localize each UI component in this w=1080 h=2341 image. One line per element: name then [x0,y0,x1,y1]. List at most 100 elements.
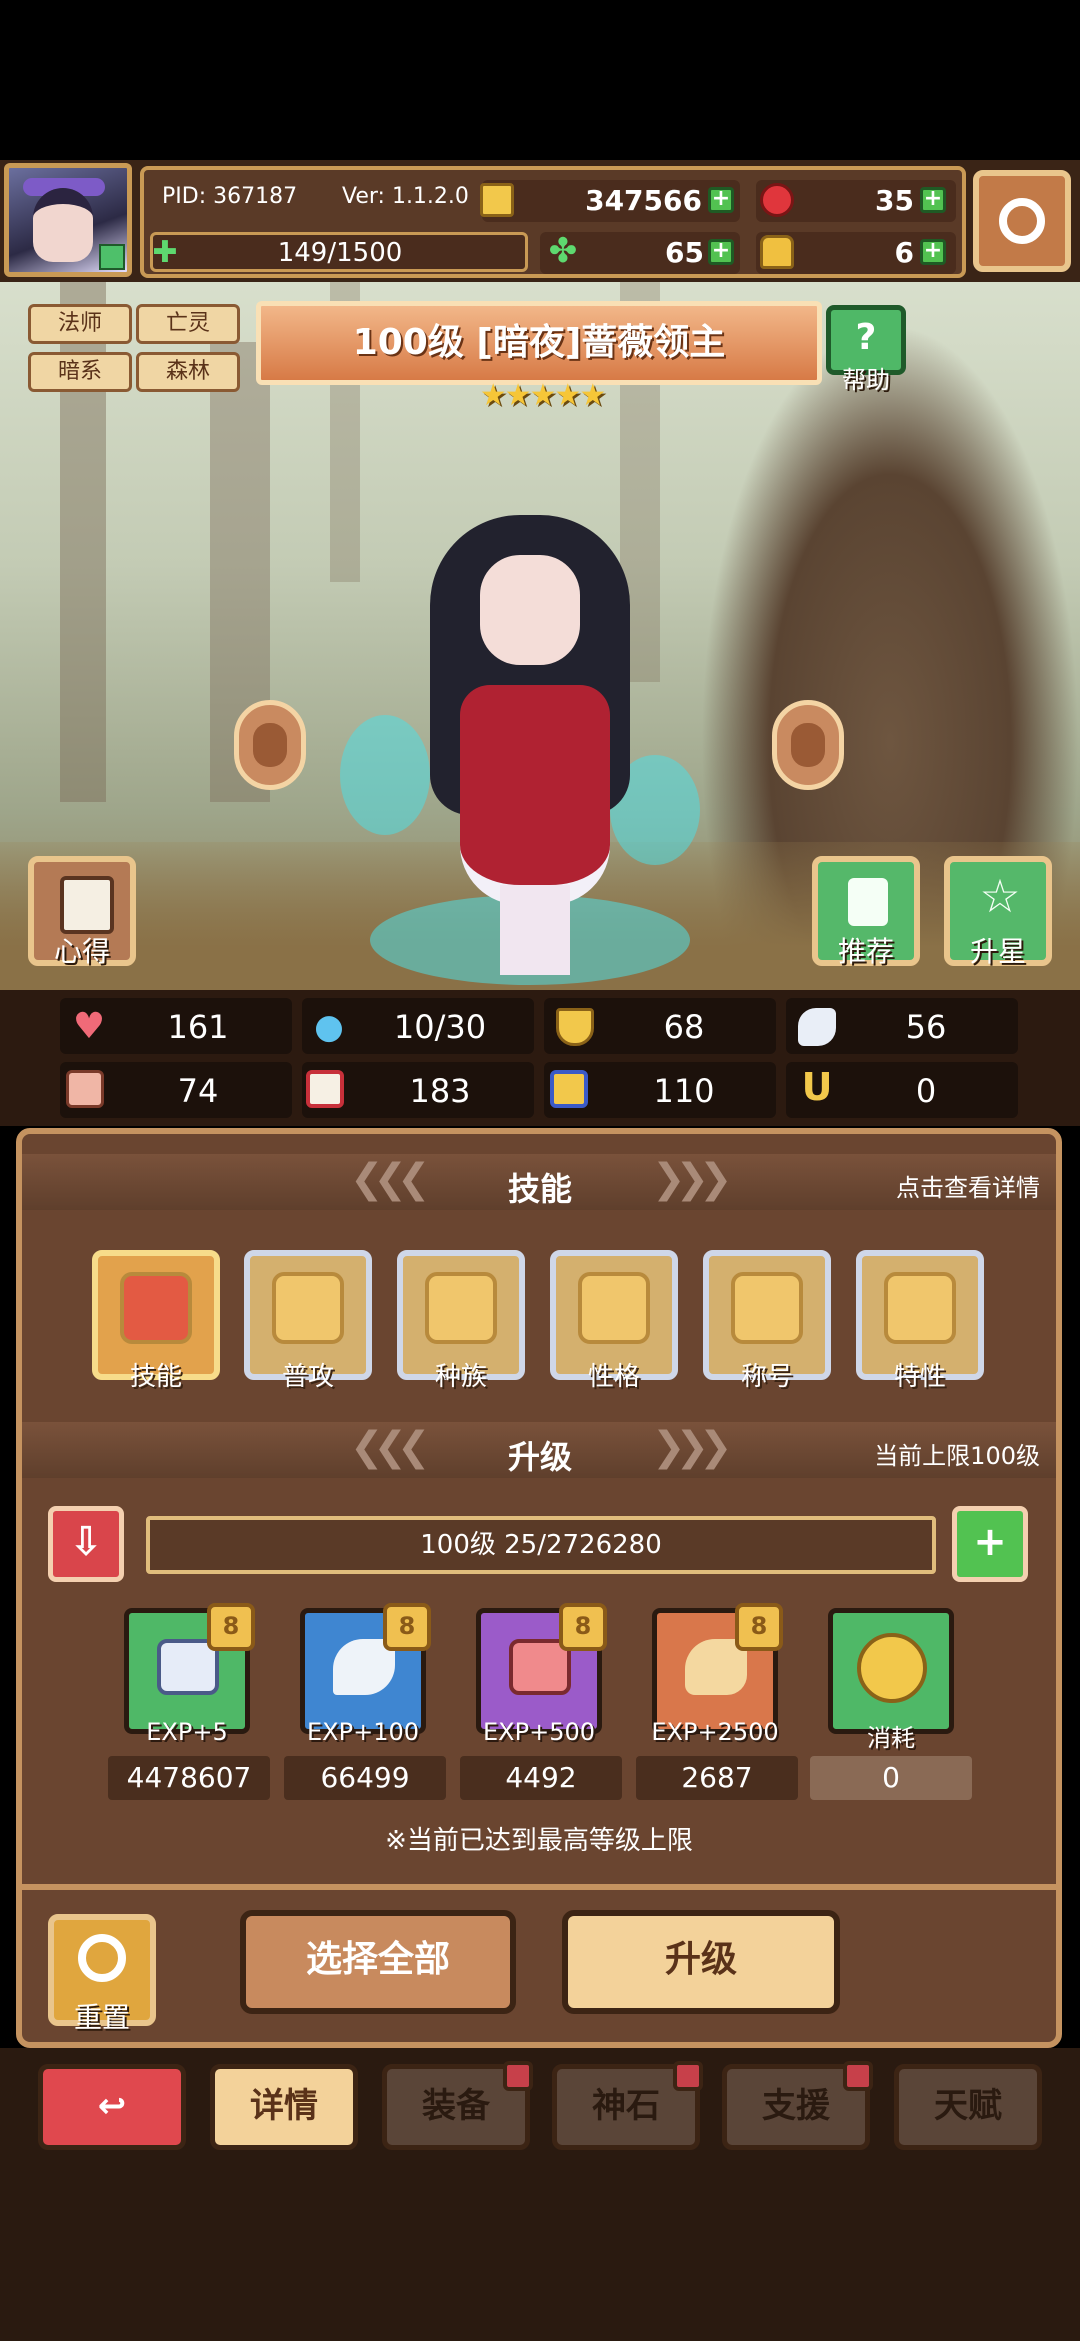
book-icon [60,876,114,934]
right-chevrons-icon-2: ❯❯❯ [652,1424,732,1470]
clover-icon: ✤ [548,231,578,271]
skills-note[interactable]: 点击查看详情 [840,1168,1040,1203]
skill-tab-skill-label: 技能 [129,1362,182,1392]
stat-speed-value: 56 [905,1008,947,1046]
ruby-icon [760,183,794,217]
exp-item-100-label: EXP+100 [307,1718,419,1746]
add-clover-plus-icon[interactable]: + [708,239,734,265]
lock-badge-icon-4: 8 [735,1603,783,1651]
prev-hero-arrow[interactable] [234,700,306,790]
tab-godstone-label: 神石 [592,2086,660,2126]
level-up-plus-button[interactable]: + [952,1506,1028,1582]
lock-badge-icon-3: 8 [559,1603,607,1651]
stat-luck-value: 0 [915,1072,937,1110]
level-down-button[interactable]: ⇩ [48,1506,124,1582]
back-button[interactable]: ↩ [38,2064,186,2150]
tab-godstone[interactable]: 神石 [552,2061,703,2150]
skill-tab-race-label: 种族 [434,1362,487,1392]
question-icon: ? [855,317,877,358]
tag-element: 暗系 [28,352,132,392]
heart-icon: ♥ [72,1006,106,1047]
left-chevrons-icon-2: ❮❮❮ [350,1424,430,1470]
gold-cost-item [828,1608,954,1734]
add-bag-plus-icon[interactable]: + [920,239,946,265]
max-level-notice: ※当前已达到最高等级上限 [385,1826,693,1856]
refresh-icon [78,1934,126,1982]
add-gold-plus-icon[interactable]: + [708,187,734,213]
notification-dot [503,2061,533,2091]
help-label: 帮助 [842,366,890,394]
exp-item-2500[interactable]: 8 [652,1603,783,1734]
notification-dot-2 [673,2061,703,2091]
exp-item-5-count: 4478607 [108,1756,270,1800]
clover-amount: 65 [665,236,704,269]
settings-button[interactable] [973,170,1071,272]
water-drop-icon: ● [314,1007,344,1047]
tab-equip[interactable]: 装备 [382,2061,533,2150]
recommend-label: 推荐 [837,935,894,968]
plus-icon: + [973,1519,1007,1565]
level-title: 升级 [507,1438,572,1476]
player-id: PID: 367187 [162,184,298,209]
horseshoe-icon: U [801,1065,833,1109]
add-ruby-plus-icon[interactable]: + [920,187,946,213]
stamina-value: 149/1500 [277,238,403,268]
star-icon: ☆ [979,869,1021,923]
gold-cost-label: 消耗 [867,1724,915,1752]
notification-dot-3 [843,2061,873,2091]
stat-resist-value: 110 [653,1072,715,1110]
gold-amount: 347566 [585,184,702,217]
hero-sprite [340,495,700,995]
exp-item-500-label: EXP+500 [483,1718,595,1746]
skill-tab-attack-label: 普攻 [281,1362,334,1392]
download-arrow-icon: ⇩ [69,1519,103,1565]
tag-race: 亡灵 [136,304,240,344]
skill-tab-personality-label: 性格 [587,1362,640,1392]
return-arrow-icon: ↩ [97,2086,127,2126]
next-hero-arrow[interactable] [772,700,844,790]
upgrade-button[interactable]: 升级 [562,1910,840,2014]
exp-progress-bar: 100级 25/2726280 [146,1516,936,1574]
tag-terrain: 森林 [136,352,240,392]
stat-mana-value: 10/30 [393,1008,487,1046]
skill-tab-title-label: 称号 [740,1362,793,1392]
exp-item-500-count: 4492 [460,1756,622,1800]
tab-talent[interactable]: 天赋 [894,2064,1042,2150]
exp-item-2500-label: EXP+2500 [651,1718,779,1746]
stat-defense-value: 68 [663,1008,705,1046]
spellbook-icon [306,1070,344,1108]
gold-coin-icon-2 [857,1633,927,1703]
exp-item-5[interactable]: 8 [124,1603,255,1734]
level-cap-note: 当前上限100级 [874,1442,1040,1470]
tab-details[interactable]: 详情 [210,2064,358,2150]
exp-item-2500-count: 2687 [636,1756,798,1800]
tab-equip-label: 装备 [422,2086,490,2126]
exp-item-100-count: 66499 [284,1756,446,1800]
fist-icon [66,1070,104,1108]
exp-item-500[interactable]: 8 [476,1603,607,1734]
bag-icon [760,235,794,269]
ruby-amount: 35 [875,184,914,217]
notes-label: 心得 [53,935,110,968]
player-avatar[interactable] [4,163,132,277]
hero-star-rating: ★★★★★ [479,378,606,413]
lock-badge-icon: 8 [207,1603,255,1651]
tab-support[interactable]: 支援 [722,2061,873,2150]
shield-icon [556,1008,594,1046]
gold-coin-icon [480,183,514,217]
tag-class: 法师 [28,304,132,344]
right-chevrons-icon: ❯❯❯ [652,1156,732,1202]
panel-divider [22,1884,1056,1890]
stamina-leaf-icon: ✚ [152,235,178,270]
hero-title: 100级 [暗夜]蔷薇领主 [256,301,822,385]
wing-icon [798,1008,836,1046]
gold-cost-value: 0 [810,1756,972,1800]
lock-badge-icon-2: 8 [383,1603,431,1651]
thumbs-up-icon [848,878,888,926]
skill-tab-trait-label: 特性 [893,1362,946,1392]
bag-amount: 6 [894,236,914,269]
stat-magic-value: 183 [409,1072,471,1110]
exp-item-100[interactable]: 8 [300,1603,431,1734]
select-all-button[interactable]: 选择全部 [240,1910,516,2014]
left-chevrons-icon: ❮❮❮ [350,1156,430,1202]
